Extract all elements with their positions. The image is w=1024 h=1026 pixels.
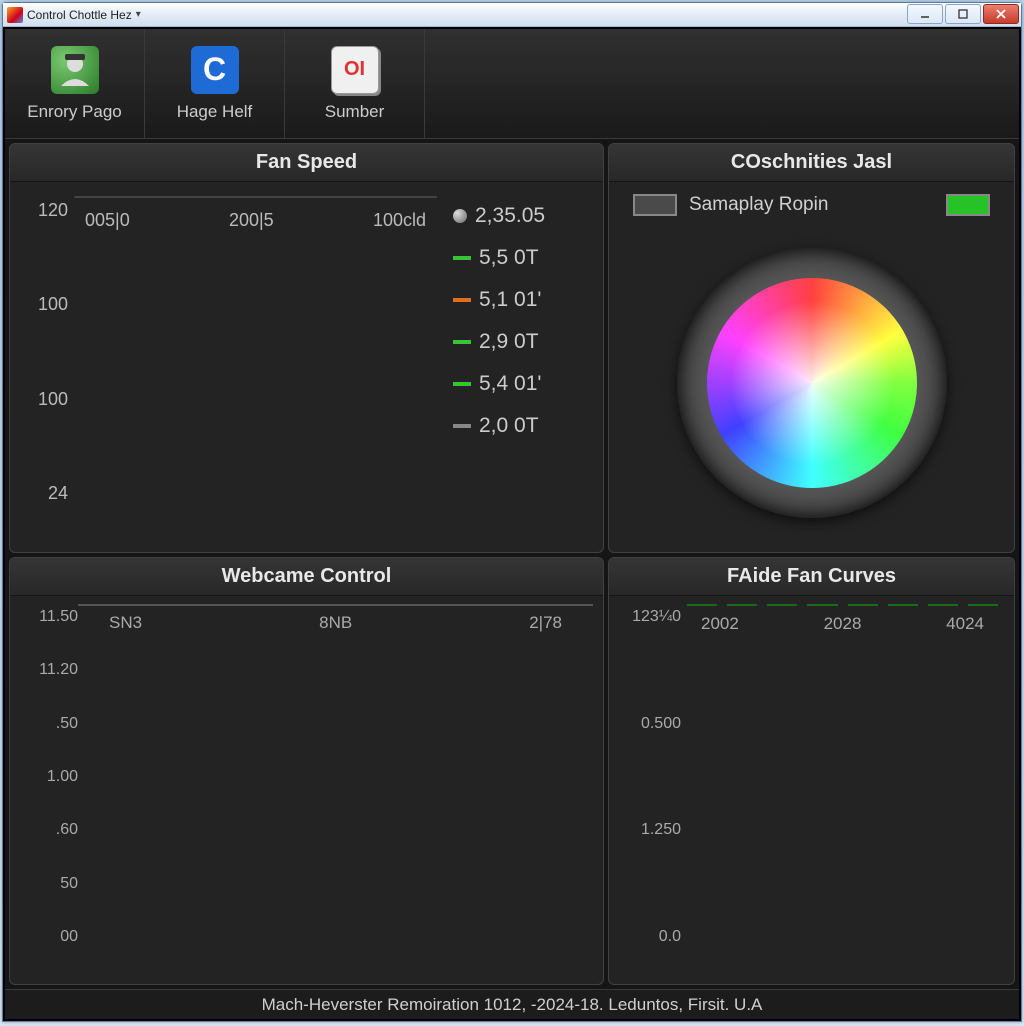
maximize-button[interactable]: [945, 4, 981, 24]
fan-speed-x-axis: 005|0200|5100cld: [75, 210, 436, 231]
panel-title: FAide Fan Curves: [609, 558, 1014, 596]
panel-title: Webcame Control: [10, 558, 603, 596]
fan-curves-y-axis: 123¼00.5001.2500.0: [619, 604, 681, 976]
fan-curve-bar[interactable]: [928, 604, 958, 606]
webcame-x-axis: SN38NB2|78: [79, 613, 592, 633]
fan-curves-x-axis: 200220284024: [681, 614, 1004, 634]
fan-curve-bar[interactable]: [888, 604, 918, 606]
toolbar-item-0[interactable]: Enrory Pago: [5, 29, 145, 138]
app-window: Control Chottle Hez ▾ Enrory Pago C: [2, 2, 1022, 1022]
minimize-button[interactable]: [907, 4, 943, 24]
fan-curves-chart[interactable]: 200220284024: [681, 604, 1004, 606]
fan-curve-bar[interactable]: [968, 604, 998, 606]
toolbar: Enrory Pago C Hage Helf OI Sumber: [5, 29, 1019, 139]
legend-row: 2,35.05: [453, 204, 593, 228]
status-text: Mach-Heverster Remoiration 1012, -2024-1…: [262, 995, 763, 1015]
legend-row: 5,5 0T: [453, 246, 593, 270]
coschnities-legend: Samaplay Ropin: [633, 194, 990, 216]
avatar-icon: [51, 46, 99, 94]
panels-grid: Fan Speed 12010010024 005|0200|5100cld: [5, 139, 1019, 989]
c-icon: C: [191, 46, 239, 94]
legend-swatch-2[interactable]: [946, 194, 990, 216]
legend-row: 2,9 0T: [453, 330, 593, 354]
legend-row: 2,0 0T: [453, 414, 593, 438]
panel-webcame-control: Webcame Control 11.5011.20.501.00.605000…: [9, 557, 604, 985]
webcame-chart[interactable]: SN38NB2|78: [78, 604, 593, 606]
toolbar-item-label: Sumber: [325, 102, 385, 122]
titlebar[interactable]: Control Chottle Hez ▾: [3, 3, 1021, 27]
fan-curve-bar[interactable]: [848, 604, 878, 606]
webcame-y-axis: 11.5011.20.501.00.605000: [20, 604, 78, 976]
legend-label: Samaplay Ropin: [689, 194, 828, 216]
fan-curve-bar[interactable]: [687, 604, 717, 606]
app-icon: [7, 7, 23, 23]
fan-curve-bar[interactable]: [807, 604, 837, 606]
panel-fan-speed: Fan Speed 12010010024 005|0200|5100cld: [9, 143, 604, 553]
legend-row: 5,4 01': [453, 372, 593, 396]
fan-speed-legend: 2,35.05 5,5 0T 5,1 01' 2,9 0T 5,4 01' 2,0 0T: [443, 190, 593, 544]
fan-speed-y-axis: 12010010024: [20, 190, 68, 544]
panel-title: Fan Speed: [10, 144, 603, 182]
close-button[interactable]: [983, 4, 1019, 24]
legend-swatch-1[interactable]: [633, 194, 677, 216]
legend-row: 5,1 01': [453, 288, 593, 312]
fan-curve-bar[interactable]: [767, 604, 797, 606]
toolbar-item-2[interactable]: OI Sumber: [285, 29, 425, 138]
toolbar-item-1[interactable]: C Hage Helf: [145, 29, 285, 138]
toolbar-item-label: Enrory Pago: [27, 102, 122, 122]
app-body: Enrory Pago C Hage Helf OI Sumber Fan Sp…: [3, 27, 1021, 1021]
minimize-icon: [919, 8, 931, 20]
panel-coschnities: COschnities Jasl Samaplay Ropin: [608, 143, 1015, 553]
fan-curve-bar[interactable]: [727, 604, 757, 606]
fan-speed-chart[interactable]: 005|0200|5100cld: [74, 196, 437, 198]
statusbar: Mach-Heverster Remoiration 1012, -2024-1…: [5, 989, 1019, 1019]
title-dropdown-icon[interactable]: ▾: [136, 9, 141, 20]
toolbar-item-label: Hage Helf: [177, 102, 253, 122]
oi-icon: OI: [331, 46, 379, 94]
color-wheel-dial[interactable]: [677, 248, 947, 518]
panel-fan-curves: FAide Fan Curves 123¼00.5001.2500.0 2002…: [608, 557, 1015, 985]
close-icon: [995, 8, 1007, 20]
window-title: Control Chottle Hez: [27, 8, 132, 22]
maximize-icon: [957, 8, 969, 20]
panel-title: COschnities Jasl: [609, 144, 1014, 182]
color-wheel-icon: [707, 278, 917, 488]
